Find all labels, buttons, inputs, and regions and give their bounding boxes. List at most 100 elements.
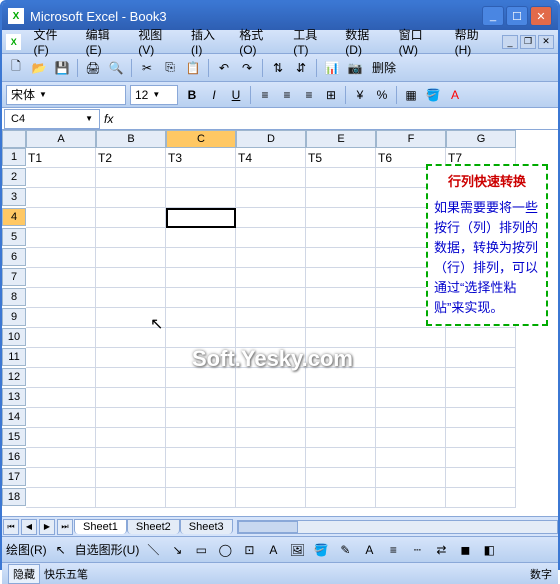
cell-C16[interactable] xyxy=(166,448,236,468)
menu-insert[interactable]: 插入(I) xyxy=(185,24,231,59)
cell-E5[interactable] xyxy=(306,228,376,248)
row-header-8[interactable]: 8 xyxy=(2,288,26,306)
wordart-icon[interactable]: A xyxy=(263,540,283,560)
tab-sheet1[interactable]: Sheet1 xyxy=(74,519,127,534)
cell-E1[interactable]: T5 xyxy=(306,148,376,168)
line-icon[interactable]: ＼ xyxy=(143,540,163,560)
cell-F13[interactable] xyxy=(376,388,446,408)
currency-icon[interactable]: ¥ xyxy=(350,85,370,105)
row-header-13[interactable]: 13 xyxy=(2,388,26,406)
cell-C5[interactable] xyxy=(166,228,236,248)
row-header-17[interactable]: 17 xyxy=(2,468,26,486)
font-color-icon[interactable]: A xyxy=(445,85,465,105)
col-header-B[interactable]: B xyxy=(96,130,166,148)
cell-D17[interactable] xyxy=(236,468,306,488)
cell-A3[interactable] xyxy=(26,188,96,208)
open-icon[interactable]: 📂 xyxy=(29,58,49,78)
cell-C7[interactable] xyxy=(166,268,236,288)
cell-B18[interactable] xyxy=(96,488,166,508)
menu-data[interactable]: 数据(D) xyxy=(339,24,390,59)
cell-A8[interactable] xyxy=(26,288,96,308)
doc-close-button[interactable]: ✕ xyxy=(538,35,554,49)
cell-B16[interactable] xyxy=(96,448,166,468)
row-header-7[interactable]: 7 xyxy=(2,268,26,286)
cell-E9[interactable] xyxy=(306,308,376,328)
cell-D2[interactable] xyxy=(236,168,306,188)
cell-A11[interactable] xyxy=(26,348,96,368)
underline-icon[interactable]: U xyxy=(226,85,246,105)
close-button[interactable]: ✕ xyxy=(530,6,552,26)
cell-E7[interactable] xyxy=(306,268,376,288)
delete-label[interactable]: 删除 xyxy=(372,59,396,76)
col-header-A[interactable]: A xyxy=(26,130,96,148)
col-header-C[interactable]: C xyxy=(166,130,236,148)
row-header-11[interactable]: 11 xyxy=(2,348,26,366)
cell-C1[interactable]: T3 xyxy=(166,148,236,168)
cell-A16[interactable] xyxy=(26,448,96,468)
cell-F15[interactable] xyxy=(376,428,446,448)
cell-D12[interactable] xyxy=(236,368,306,388)
cell-C11[interactable] xyxy=(166,348,236,368)
cell-B17[interactable] xyxy=(96,468,166,488)
col-header-F[interactable]: F xyxy=(376,130,446,148)
cell-D13[interactable] xyxy=(236,388,306,408)
cell-B10[interactable] xyxy=(96,328,166,348)
select-all-corner[interactable] xyxy=(2,130,26,148)
cell-E15[interactable] xyxy=(306,428,376,448)
cell-D11[interactable] xyxy=(236,348,306,368)
cell-B6[interactable] xyxy=(96,248,166,268)
cell-G15[interactable] xyxy=(446,428,516,448)
col-header-G[interactable]: G xyxy=(446,130,516,148)
scroll-thumb[interactable] xyxy=(238,521,298,533)
cell-E17[interactable] xyxy=(306,468,376,488)
cell-G16[interactable] xyxy=(446,448,516,468)
line-color-icon[interactable]: ✎ xyxy=(335,540,355,560)
cell-E13[interactable] xyxy=(306,388,376,408)
row-header-6[interactable]: 6 xyxy=(2,248,26,266)
cell-E14[interactable] xyxy=(306,408,376,428)
row-header-14[interactable]: 14 xyxy=(2,408,26,426)
align-right-icon[interactable]: ≡ xyxy=(299,85,319,105)
clipart-icon[interactable]: 🖼 xyxy=(287,540,307,560)
italic-icon[interactable]: I xyxy=(204,85,224,105)
cell-A5[interactable] xyxy=(26,228,96,248)
cell-F11[interactable] xyxy=(376,348,446,368)
cell-B15[interactable] xyxy=(96,428,166,448)
cell-B13[interactable] xyxy=(96,388,166,408)
preview-icon[interactable]: 🔍 xyxy=(106,58,126,78)
menu-format[interactable]: 格式(O) xyxy=(233,24,285,59)
cell-E8[interactable] xyxy=(306,288,376,308)
menu-file[interactable]: 文件(F) xyxy=(27,24,77,59)
fill-color-icon[interactable]: 🪣 xyxy=(423,85,443,105)
paste-icon[interactable]: 📋 xyxy=(183,58,203,78)
cell-E3[interactable] xyxy=(306,188,376,208)
cell-E16[interactable] xyxy=(306,448,376,468)
cell-E11[interactable] xyxy=(306,348,376,368)
fill-icon[interactable]: 🪣 xyxy=(311,540,331,560)
tab-nav-first[interactable]: ⏮ xyxy=(3,519,19,535)
cell-A14[interactable] xyxy=(26,408,96,428)
cell-D9[interactable] xyxy=(236,308,306,328)
cell-G12[interactable] xyxy=(446,368,516,388)
chart-icon[interactable]: 📊 xyxy=(322,58,342,78)
cell-B14[interactable] xyxy=(96,408,166,428)
oval-icon[interactable]: ◯ xyxy=(215,540,235,560)
menu-window[interactable]: 窗口(W) xyxy=(393,24,447,59)
cell-B7[interactable] xyxy=(96,268,166,288)
camera-icon[interactable]: 📷 xyxy=(345,58,365,78)
doc-restore-button[interactable]: ❐ xyxy=(520,35,536,49)
cell-B11[interactable] xyxy=(96,348,166,368)
col-header-E[interactable]: E xyxy=(306,130,376,148)
new-icon[interactable]: 🗋 xyxy=(6,58,26,78)
cell-F17[interactable] xyxy=(376,468,446,488)
cell-G11[interactable] xyxy=(446,348,516,368)
cell-A10[interactable] xyxy=(26,328,96,348)
cell-E18[interactable] xyxy=(306,488,376,508)
cell-G13[interactable] xyxy=(446,388,516,408)
row-header-9[interactable]: 9 xyxy=(2,308,26,326)
fx-button[interactable]: fx xyxy=(100,112,117,126)
bold-icon[interactable]: B xyxy=(182,85,202,105)
cell-D8[interactable] xyxy=(236,288,306,308)
tab-sheet2[interactable]: Sheet2 xyxy=(127,519,180,534)
cell-C2[interactable] xyxy=(166,168,236,188)
